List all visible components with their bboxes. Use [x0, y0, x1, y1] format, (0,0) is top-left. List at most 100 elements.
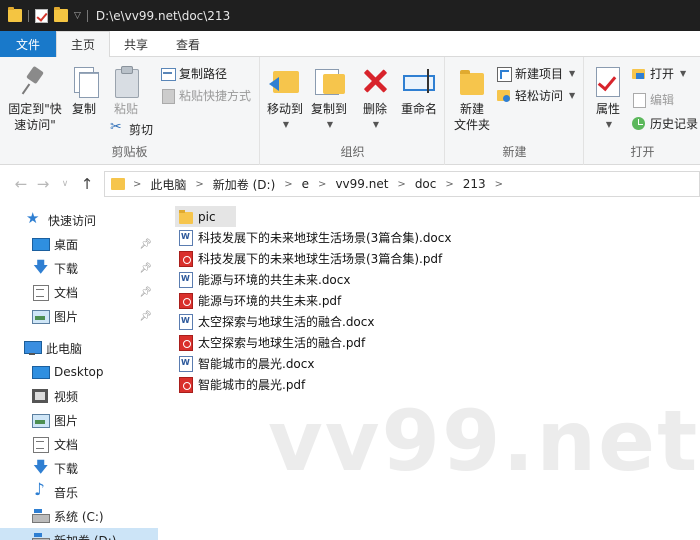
pin-quick-access-label: 固定到"快速访问" [8, 102, 62, 132]
edit-button[interactable]: 编辑 [631, 91, 674, 108]
chevron-right-icon[interactable]: > [284, 179, 292, 190]
sidebar-item-this-pc[interactable]: 此电脑 [0, 336, 158, 360]
recent-locations-chevron-icon[interactable]: ∨ [54, 179, 76, 189]
copy-icon [68, 65, 100, 98]
sidebar-item-videos[interactable]: 视频 [0, 384, 158, 408]
pictures-icon [32, 309, 50, 324]
cut-button[interactable]: 剪切 [110, 119, 154, 138]
pin-icon: 📌︎ [139, 310, 152, 322]
list-item[interactable]: 智能城市的晨光.docx [175, 353, 314, 374]
paste-button[interactable]: 粘贴 [108, 65, 144, 117]
list-item[interactable]: pic [175, 206, 236, 227]
history-button[interactable]: 历史记录 [631, 115, 698, 132]
forward-arrow-icon[interactable]: → [32, 175, 54, 193]
chevron-right-icon[interactable]: > [445, 179, 453, 190]
sidebar-item-documents[interactable]: 文档 📌︎ [0, 280, 158, 304]
list-item[interactable]: 能源与环境的共生未来.pdf [175, 290, 341, 311]
edit-icon [631, 92, 646, 108]
pin-quick-access-button[interactable]: 固定到"快速访问" [4, 65, 66, 133]
new-item-label: 新建项目 [515, 67, 564, 81]
sidebar-item-quick-access[interactable]: 快速访问 [0, 208, 158, 232]
list-item[interactable]: 科技发展下的未来地球生活场景(3篇合集).pdf [175, 248, 442, 269]
breadcrumb-213[interactable]: 213 [463, 177, 486, 191]
sidebar-item-pc-pictures[interactable]: 图片 [0, 408, 158, 432]
word-document-icon [179, 313, 193, 330]
clipboard-icon [110, 65, 142, 98]
new-folder-icon [456, 65, 488, 97]
sidebar-item-pc-documents[interactable]: 文档 [0, 432, 158, 456]
list-item[interactable]: 能源与环境的共生未来.docx [175, 269, 350, 290]
sidebar-item-drive-c[interactable]: 系统 (C:) [0, 504, 158, 528]
chevron-right-icon[interactable]: > [495, 179, 503, 190]
breadcrumb-this-pc[interactable]: 此电脑 [150, 176, 186, 193]
new-item-button[interactable]: 新建项目 ▼ [496, 65, 575, 82]
tab-file[interactable]: 文件 [0, 31, 56, 57]
delete-button[interactable]: 删除 ▼ [357, 65, 393, 133]
file-name: 科技发展下的未来地球生活场景(3篇合集).pdf [198, 252, 443, 266]
properties-label: 属性 [595, 102, 620, 116]
chevron-right-icon[interactable]: > [397, 179, 405, 190]
copy-path-button[interactable]: 复制路径 [160, 65, 227, 82]
sidebar-item-pc-downloads[interactable]: 下载 [0, 456, 158, 482]
list-item[interactable]: 科技发展下的未来地球生活场景(3篇合集).docx [175, 227, 451, 248]
pin-icon: 📌︎ [139, 238, 152, 250]
file-name: pic [198, 209, 216, 224]
rename-button[interactable]: 重命名 [397, 65, 441, 117]
pictures-icon [32, 413, 50, 428]
sidebar-item-pictures[interactable]: 图片 📌︎ [0, 304, 158, 328]
copy-path-label: 复制路径 [179, 67, 228, 81]
move-to-button[interactable]: 移动到 ▼ [263, 65, 307, 133]
chevron-down-icon: ▼ [326, 120, 334, 129]
paste-shortcut-button[interactable]: 粘贴快捷方式 [160, 87, 251, 104]
word-document-icon [179, 355, 193, 372]
sidebar-item-desktop[interactable]: 桌面 📌︎ [0, 232, 158, 256]
sidebar-item-label: 此电脑 [46, 341, 83, 356]
breadcrumb-drive-d[interactable]: 新加卷 (D:) [213, 176, 275, 193]
easy-access-button[interactable]: 轻松访问 ▼ [496, 87, 575, 104]
breadcrumb-doc[interactable]: doc [415, 177, 437, 191]
copy-to-button[interactable]: 复制到 ▼ [307, 65, 351, 133]
properties-quick-icon[interactable] [35, 8, 48, 23]
tab-view[interactable]: 查看 [162, 31, 214, 57]
pin-icon: 📌︎ [139, 286, 152, 298]
new-folder-button[interactable]: 新建 文件夹 [450, 65, 494, 133]
sidebar-item-drive-d[interactable]: 新加卷 (D:) [0, 528, 158, 540]
breadcrumb-e[interactable]: e [302, 177, 309, 191]
list-item[interactable]: 太空探索与地球生活的融合.docx [175, 311, 374, 332]
navigation-pane: 快速访问 桌面 📌︎ 下载 📌︎ 文档 📌︎ 图片 📌︎ 此电脑 Desktop… [0, 202, 158, 540]
navigation-bar: ← → ∨ ↑ > 此电脑 > 新加卷 (D:) > e > vv99.net … [0, 166, 700, 202]
paste-shortcut-icon [160, 88, 175, 104]
sidebar-item-downloads[interactable]: 下载 📌︎ [0, 256, 158, 282]
copy-button[interactable]: 复制 [66, 65, 102, 117]
new-folder-quick-icon[interactable] [54, 7, 68, 22]
file-name: 能源与环境的共生未来.docx [198, 273, 351, 287]
list-item[interactable]: 太空探索与地球生活的融合.pdf [175, 332, 365, 353]
sidebar-item-label: 图片 [54, 309, 79, 324]
list-item[interactable]: 智能城市的晨光.pdf [175, 374, 305, 395]
file-list: pic 科技发展下的未来地球生活场景(3篇合集).docx 科技发展下的未来地球… [158, 202, 700, 540]
ribbon: 固定到"快速访问" 复制 粘贴 复制路径 粘贴快捷方式 剪切 剪贴板 移动到 ▼ [0, 57, 700, 165]
chevron-down-icon: ▼ [569, 69, 576, 78]
sidebar-item-music[interactable]: 音乐 [0, 480, 158, 504]
chevron-down-icon: ▼ [605, 120, 613, 129]
address-bar[interactable]: > 此电脑 > 新加卷 (D:) > e > vv99.net > doc > … [104, 171, 700, 197]
chevron-right-icon[interactable]: > [318, 179, 326, 190]
chevron-right-icon[interactable]: > [195, 179, 203, 190]
back-arrow-icon[interactable]: ← [10, 175, 32, 193]
sidebar-item-label: 文档 [54, 437, 79, 452]
clipboard-group-label: 剪贴板 [111, 145, 148, 159]
sidebar-item-pc-desktop[interactable]: Desktop [0, 360, 158, 384]
tab-share[interactable]: 共享 [110, 31, 162, 57]
breadcrumb-vv99[interactable]: vv99.net [335, 177, 388, 191]
up-arrow-icon[interactable]: ↑ [76, 175, 98, 193]
chevron-down-icon[interactable]: ▽ [74, 11, 81, 21]
tab-home[interactable]: 主页 [56, 31, 111, 58]
copy-label: 复制 [71, 102, 96, 116]
divider [86, 9, 88, 22]
cut-label: 剪切 [129, 123, 154, 137]
chevron-right-icon[interactable]: > [133, 179, 141, 190]
properties-button[interactable]: 属性 ▼ [589, 65, 627, 133]
paste-label: 粘贴 [113, 102, 138, 116]
open-button[interactable]: 打开 ▼ [631, 65, 686, 82]
open-group: 属性 ▼ 打开 ▼ 编辑 历史记录 打开 [585, 57, 700, 165]
